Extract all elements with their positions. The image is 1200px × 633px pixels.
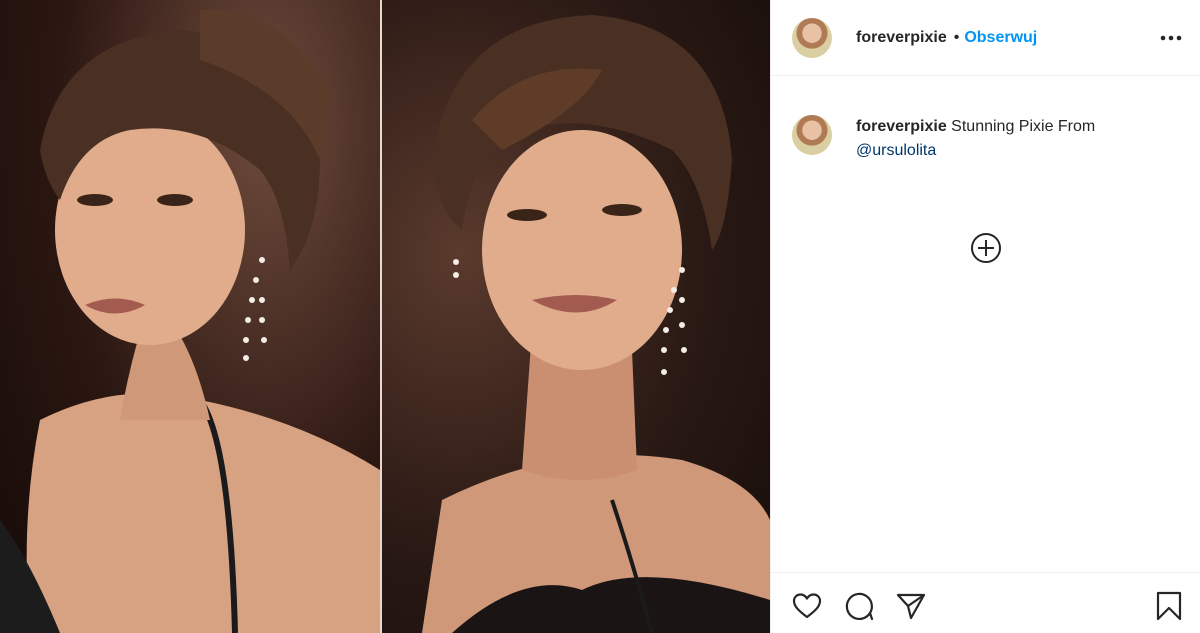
more-dots-icon [1160, 35, 1182, 41]
paper-plane-icon [896, 593, 926, 620]
portrait-left-illustration [0, 9, 380, 633]
share-button[interactable] [895, 590, 927, 622]
post-header: foreverpixie • Obserwuj [771, 0, 1200, 76]
like-button[interactable] [791, 590, 823, 622]
header-separator: • [953, 28, 960, 46]
bookmark-icon [1156, 591, 1182, 621]
comment-bubble-icon [845, 592, 874, 621]
header-username[interactable]: foreverpixie [856, 29, 947, 47]
post-photo-left [0, 0, 380, 633]
comment-button[interactable] [843, 590, 875, 622]
post-media[interactable] [0, 0, 770, 633]
post-side-panel: foreverpixie • Obserwuj foreverpixie Stu… [770, 0, 1200, 633]
avatar[interactable] [792, 17, 832, 58]
more-options-button[interactable] [1159, 28, 1183, 48]
caption-text: foreverpixie Stunning Pixie From @ursulo… [856, 115, 1156, 163]
save-button[interactable] [1153, 590, 1185, 622]
load-more-comments-button[interactable] [970, 232, 1002, 264]
caption-avatar[interactable] [792, 115, 832, 155]
post-photo-right [382, 0, 770, 633]
post-actions-bar [771, 572, 1200, 633]
plus-circle-icon [971, 233, 1001, 263]
post-caption: foreverpixie Stunning Pixie From @ursulo… [792, 115, 1156, 163]
caption-body: Stunning Pixie From [951, 118, 1096, 135]
portrait-right-illustration [422, 15, 770, 633]
caption-username[interactable]: foreverpixie [856, 118, 947, 135]
caption-mention[interactable]: @ursulolita [856, 142, 936, 159]
follow-button[interactable]: Obserwuj [964, 29, 1037, 47]
heart-icon [792, 593, 822, 619]
